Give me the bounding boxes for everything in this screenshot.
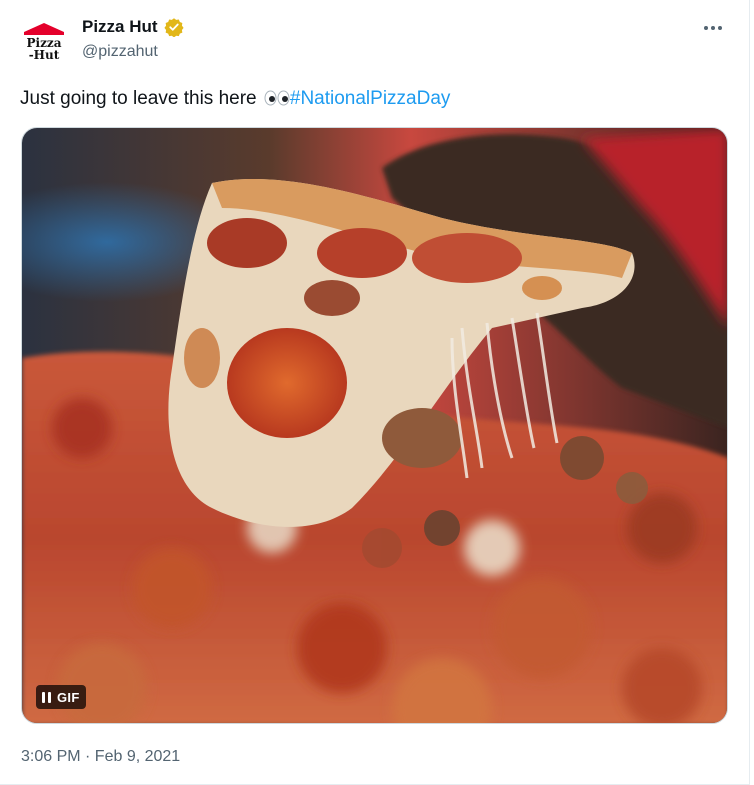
tweet-text: Just going to leave this here #NationalP… bbox=[20, 86, 729, 114]
avatar[interactable]: Pizza -Hut bbox=[20, 18, 68, 66]
author-display-name-row[interactable]: Pizza Hut bbox=[82, 16, 184, 38]
pause-icon[interactable] bbox=[42, 691, 51, 703]
tweet-timestamp[interactable]: 3:06 PM · Feb 9, 2021 bbox=[21, 748, 180, 766]
tweet-header: Pizza -Hut Pizza Hut @pizzahut bbox=[20, 14, 729, 70]
author-names: Pizza Hut @pizzahut bbox=[82, 16, 184, 64]
hashtag-link[interactable]: #NationalPizzaDay bbox=[290, 88, 451, 109]
more-options-icon[interactable] bbox=[697, 16, 729, 40]
gif-label: GIF bbox=[57, 689, 80, 705]
pizza-gif-image bbox=[22, 128, 727, 723]
svg-text:-Hut: -Hut bbox=[29, 48, 60, 62]
tweet-card: Pizza -Hut Pizza Hut @pizzahut Just goin… bbox=[0, 0, 750, 785]
tweet-media-gif[interactable]: GIF bbox=[21, 127, 728, 724]
eyes-emoji-icon bbox=[264, 88, 290, 114]
verified-badge-icon bbox=[163, 18, 184, 37]
author-handle[interactable]: @pizzahut bbox=[82, 40, 184, 64]
author-display-name[interactable]: Pizza Hut bbox=[82, 16, 158, 38]
pizza-hut-logo-icon: Pizza -Hut bbox=[24, 23, 64, 62]
gif-playback-control[interactable]: GIF bbox=[36, 685, 86, 709]
tweet-text-body: Just going to leave this here bbox=[20, 88, 262, 109]
